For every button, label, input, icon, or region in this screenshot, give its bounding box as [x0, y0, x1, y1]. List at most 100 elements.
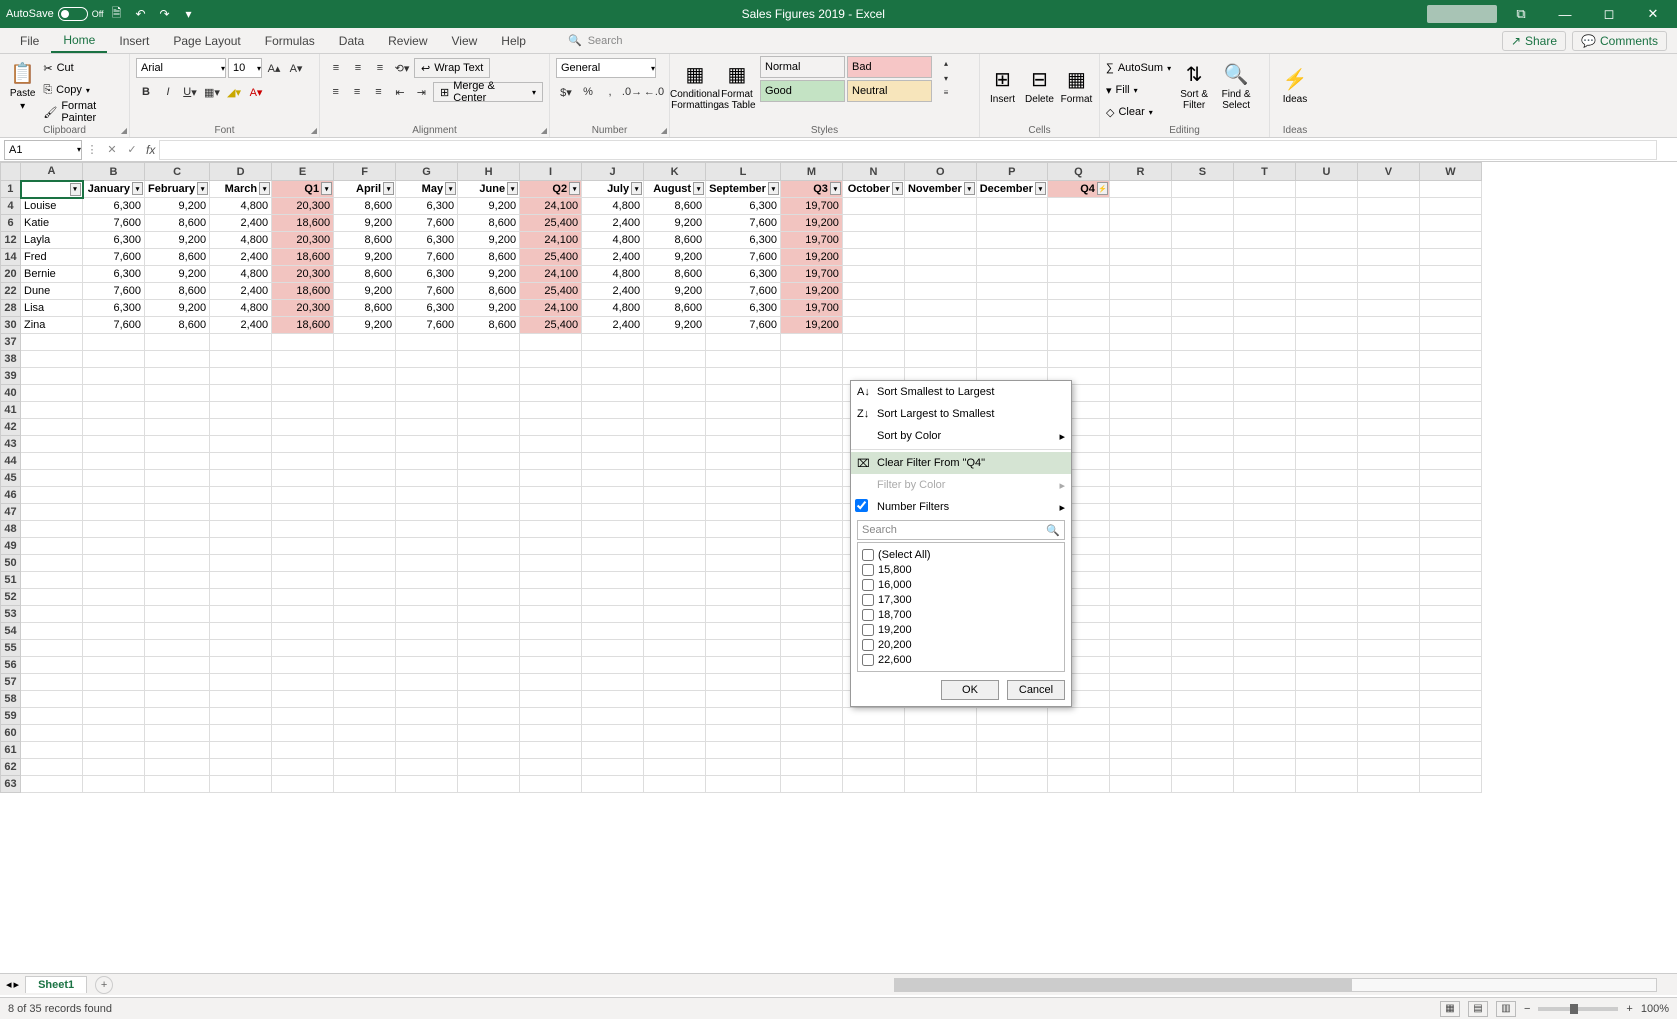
cell[interactable]	[706, 691, 781, 708]
filter-button[interactable]: ▾	[197, 182, 208, 195]
cell[interactable]	[21, 572, 83, 589]
cell[interactable]	[780, 640, 842, 657]
data-cell[interactable]: 19,200	[780, 317, 842, 334]
cell[interactable]	[210, 708, 272, 725]
cell[interactable]	[520, 691, 582, 708]
cell[interactable]	[1109, 453, 1171, 470]
cell[interactable]	[1171, 538, 1233, 555]
cell[interactable]	[83, 555, 145, 572]
cell[interactable]	[1109, 657, 1171, 674]
cell[interactable]	[706, 402, 781, 419]
cell[interactable]	[334, 419, 396, 436]
cell[interactable]	[582, 470, 644, 487]
cell[interactable]	[83, 436, 145, 453]
cell[interactable]	[396, 487, 458, 504]
cell[interactable]	[210, 657, 272, 674]
data-cell[interactable]: 2,400	[210, 249, 272, 266]
cell[interactable]	[1233, 181, 1295, 198]
cell[interactable]	[1357, 555, 1419, 572]
cell[interactable]	[1357, 708, 1419, 725]
cell[interactable]	[706, 555, 781, 572]
header-cell[interactable]: November▾	[904, 181, 976, 198]
cell[interactable]	[1419, 181, 1481, 198]
cell[interactable]	[145, 368, 210, 385]
cell[interactable]	[582, 657, 644, 674]
cell[interactable]	[780, 436, 842, 453]
cell[interactable]	[1233, 691, 1295, 708]
cell[interactable]	[334, 572, 396, 589]
cell[interactable]	[1047, 351, 1109, 368]
cell[interactable]	[976, 198, 1047, 215]
cell[interactable]	[396, 555, 458, 572]
cell[interactable]	[1357, 487, 1419, 504]
cell[interactable]	[210, 674, 272, 691]
filter-button[interactable]: ▾	[507, 182, 518, 195]
cell[interactable]	[780, 385, 842, 402]
header-cell[interactable]: ▾	[21, 181, 83, 198]
cell[interactable]	[334, 589, 396, 606]
cell[interactable]	[1233, 759, 1295, 776]
cell[interactable]	[145, 606, 210, 623]
cut-button[interactable]: ✂Cut	[43, 58, 123, 78]
data-cell[interactable]: 18,600	[272, 283, 334, 300]
user-badge[interactable]	[1427, 5, 1497, 23]
cell[interactable]	[706, 504, 781, 521]
data-cell[interactable]: 19,200	[780, 283, 842, 300]
data-cell[interactable]: 18,600	[272, 249, 334, 266]
formula-bar[interactable]	[159, 140, 1657, 160]
cell[interactable]	[396, 623, 458, 640]
cell[interactable]	[210, 385, 272, 402]
cell[interactable]	[1295, 198, 1357, 215]
data-cell[interactable]: 8,600	[145, 215, 210, 232]
cell[interactable]	[1357, 283, 1419, 300]
cell[interactable]	[1233, 232, 1295, 249]
row-header-49[interactable]: 49	[1, 538, 21, 555]
header-cell[interactable]: September▾	[706, 181, 781, 198]
cell[interactable]	[904, 351, 976, 368]
align-center-icon[interactable]: ≡	[347, 82, 366, 102]
cell[interactable]	[396, 640, 458, 657]
cell[interactable]	[21, 470, 83, 487]
header-cell[interactable]: Q3▾	[780, 181, 842, 198]
sheet-next-icon[interactable]: ▸	[14, 978, 20, 991]
cell[interactable]	[458, 351, 520, 368]
increase-decimal-icon[interactable]: .0→	[622, 82, 642, 102]
cell[interactable]	[520, 402, 582, 419]
data-cell[interactable]: Louise	[21, 198, 83, 215]
data-cell[interactable]: 9,200	[644, 283, 706, 300]
cell[interactable]	[842, 215, 904, 232]
cell[interactable]	[520, 419, 582, 436]
cell[interactable]	[780, 708, 842, 725]
cell[interactable]	[458, 606, 520, 623]
cell[interactable]	[1171, 181, 1233, 198]
cell[interactable]	[780, 691, 842, 708]
cell[interactable]	[706, 351, 781, 368]
cell[interactable]	[520, 351, 582, 368]
cell[interactable]	[210, 538, 272, 555]
cell[interactable]	[83, 351, 145, 368]
cell[interactable]	[520, 487, 582, 504]
data-cell[interactable]: 8,600	[644, 300, 706, 317]
cell[interactable]	[21, 623, 83, 640]
col-header-I[interactable]: I	[520, 163, 582, 181]
sheet-prev-icon[interactable]: ◂	[6, 978, 12, 991]
cell[interactable]	[1419, 215, 1481, 232]
cell[interactable]	[272, 385, 334, 402]
cell[interactable]	[210, 776, 272, 793]
cell[interactable]	[1419, 470, 1481, 487]
cell[interactable]	[1233, 708, 1295, 725]
cell[interactable]	[582, 419, 644, 436]
data-cell[interactable]: 2,400	[582, 215, 644, 232]
data-cell[interactable]: 8,600	[145, 317, 210, 334]
cell[interactable]	[976, 215, 1047, 232]
cell[interactable]	[145, 402, 210, 419]
cell[interactable]	[1109, 776, 1171, 793]
cell[interactable]	[1171, 283, 1233, 300]
cell[interactable]	[1109, 215, 1171, 232]
cell[interactable]	[334, 759, 396, 776]
header-cell[interactable]: February▾	[145, 181, 210, 198]
cell[interactable]	[582, 606, 644, 623]
data-cell[interactable]: 25,400	[520, 249, 582, 266]
cell[interactable]	[1419, 623, 1481, 640]
cell[interactable]	[1233, 283, 1295, 300]
